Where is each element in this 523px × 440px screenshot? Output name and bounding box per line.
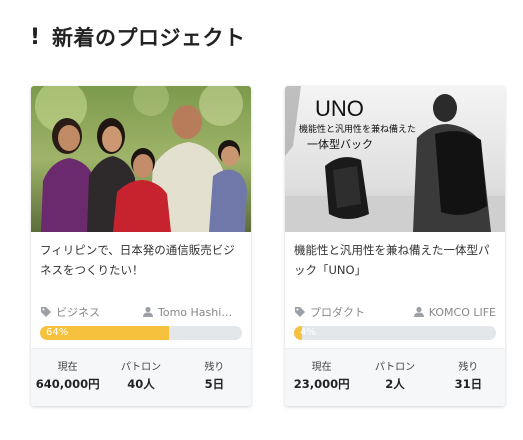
stat-value: 640,000円 [35,377,100,391]
stat-remaining: 残り 31日 [432,349,505,406]
funding-progress-bar: 64% [40,326,242,340]
stat-value: 23,000円 [293,377,350,391]
section-title: 新着のプロジェクト [52,26,246,50]
user-icon [143,306,153,317]
owner-link[interactable]: Tomo Hashimoto [142,306,242,319]
category-link[interactable]: ビジネス [40,304,100,320]
stat-value: 31日 [454,377,483,391]
project-card[interactable]: UNO 機能性と汎用性を兼ね備えた 一体型バック 機能性と汎用性を兼ね備えた一体… [285,86,505,406]
backpack-photo: UNO 機能性と汎用性を兼ね備えた 一体型バック [285,86,505,232]
owner-link[interactable]: KOMCO LIFE [413,306,496,319]
category-label: ビジネス [56,306,100,319]
stat-label: 残り [204,362,225,373]
stat-value: 5日 [204,377,225,391]
user-icon [413,306,424,317]
image-caption-line1: 機能性と汎用性を兼ね備えた [299,123,416,135]
project-stats: 現在 640,000円 パトロン 40人 残り 5日 [31,348,251,406]
project-meta: プロダクト KOMCO LIFE [294,304,496,320]
section-header: ! 新着のプロジェクト [30,22,246,52]
exclamation-icon: ! [30,24,41,50]
owner-name: Tomo Hashimoto [158,305,242,319]
stat-label: パトロン [374,362,416,373]
project-title-link[interactable]: フィリピンで、日本発の通信販売ビジネスをつくりたい！ [40,240,242,280]
project-stats: 現在 23,000円 パトロン 2人 残り 31日 [285,348,505,406]
family-photo [31,86,251,232]
stat-value: 2人 [385,377,405,391]
stat-remaining: 残り 5日 [178,349,251,406]
stat-label: 残り [458,362,479,373]
image-caption-line2: 一体型バック [307,137,373,151]
stat-patrons: パトロン 2人 [358,349,431,406]
project-thumbnail[interactable] [31,86,251,232]
owner-name: KOMCO LIFE [428,305,496,319]
tag-icon [41,307,51,317]
category-label: プロダクト [310,306,365,319]
stat-label: 現在 [57,362,78,373]
stat-value: 40人 [127,377,155,391]
progress-percent: 4% [300,327,316,338]
progress-percent: 64% [46,327,69,338]
project-meta: ビジネス Tomo Hashimoto [40,304,242,320]
tag-icon [295,307,305,317]
project-title-link[interactable]: 機能性と汎用性を兼ね備えた一体型パック「UNO」 [294,240,496,280]
stat-label: パトロン [120,362,162,373]
stat-label: 現在 [311,362,332,373]
project-card[interactable]: フィリピンで、日本発の通信販売ビジネスをつくりたい！ ビジネス Tomo Has… [31,86,251,406]
stat-patrons: パトロン 40人 [104,349,177,406]
funding-progress-bar: 4% [294,326,496,340]
image-brand-text: UNO [315,96,364,121]
category-link[interactable]: プロダクト [294,304,365,320]
stat-current: 現在 640,000円 [31,349,104,406]
project-thumbnail[interactable]: UNO 機能性と汎用性を兼ね備えた 一体型バック [285,86,505,232]
stat-current: 現在 23,000円 [285,349,358,406]
